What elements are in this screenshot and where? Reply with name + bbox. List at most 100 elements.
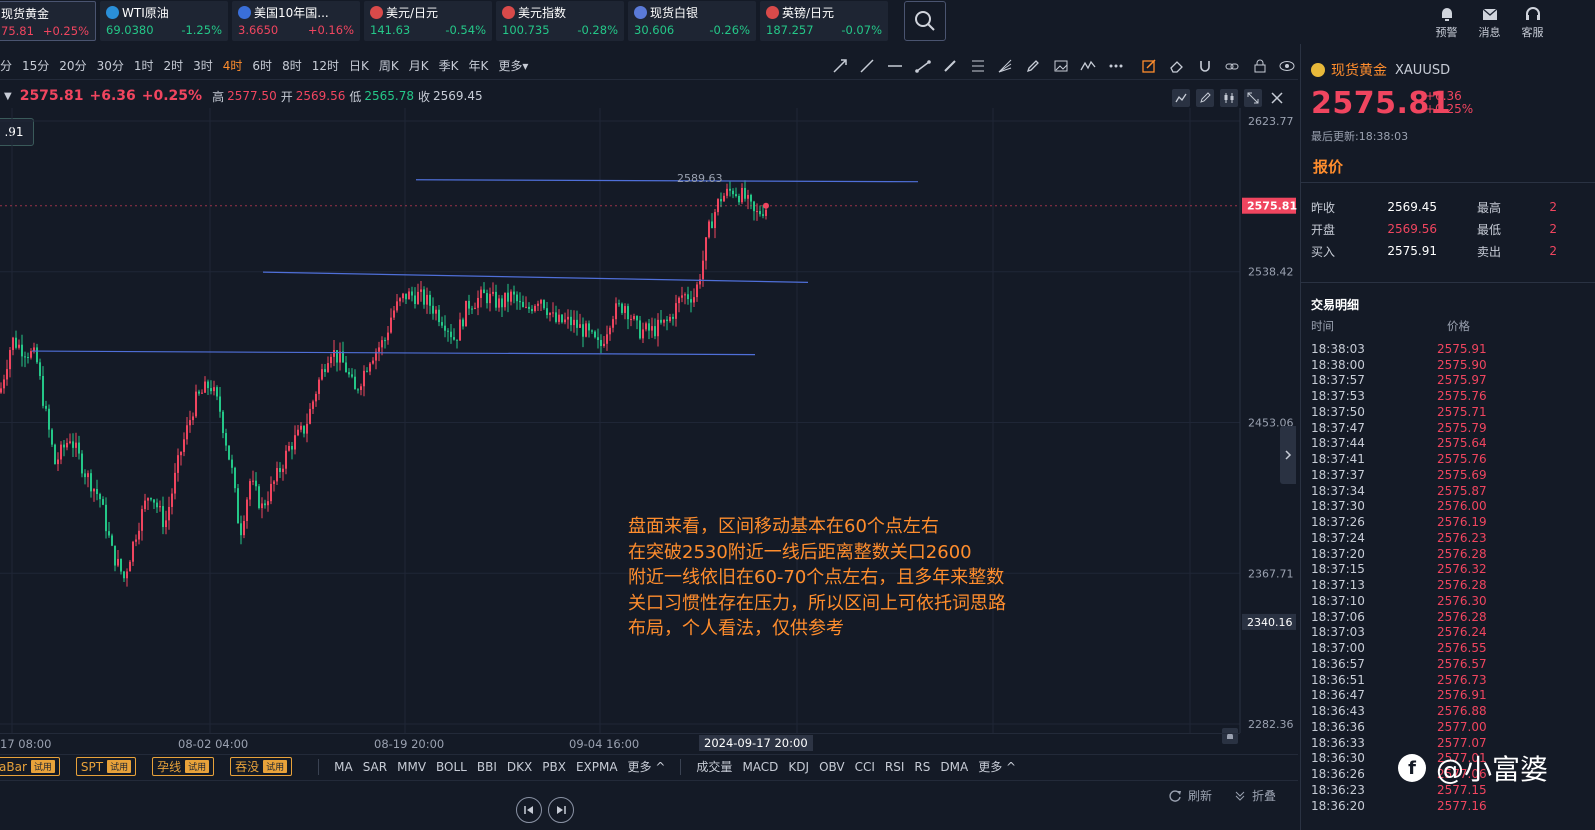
refresh-button[interactable]: 刷新 [1168, 787, 1212, 804]
close-icon[interactable] [1268, 89, 1286, 107]
period-16[interactable]: 更多▾ [493, 57, 533, 74]
period-6[interactable]: 3时 [188, 57, 218, 74]
period-8[interactable]: 6时 [247, 57, 277, 74]
trial-indicator-SPT[interactable]: SPT 试用 [75, 757, 137, 776]
trade-time: 18:37:03 [1311, 625, 1365, 640]
indicator-SAR[interactable]: SAR [358, 760, 392, 774]
headset-button[interactable]: 客服 [1511, 0, 1554, 44]
period-11[interactable]: 日K [344, 57, 374, 74]
instrument-code: XAUUSD [1395, 62, 1451, 78]
candlestick-chart[interactable]: 2589.63 2623.77 2538.42 2453.06 2367.71 2282.… [0, 108, 1298, 823]
ticker-card[interactable]: 美元/日元 141.63 -0.54% [364, 1, 492, 41]
sub-indicator-CCI[interactable]: CCI [850, 760, 880, 774]
ticker-card[interactable]: 英镑/日元 187.257 -0.07% [760, 1, 888, 41]
ticker-card[interactable]: 现货黄金 75.81 +0.25% [0, 1, 96, 41]
fullscreen-icon[interactable] [1244, 89, 1262, 107]
panel-toggle-button[interactable] [1280, 426, 1296, 484]
collapse-button[interactable]: 折叠 [1234, 787, 1276, 804]
candle-body [258, 486, 260, 509]
indicator-MA[interactable]: MA [329, 760, 358, 774]
link-icon[interactable] [1218, 58, 1246, 74]
search-button[interactable] [904, 1, 946, 41]
quote-key: 最高 [1477, 200, 1502, 215]
period-4[interactable]: 1时 [129, 57, 159, 74]
ticker-card[interactable]: WTI原油 69.0380 -1.25% [100, 1, 228, 41]
pen-icon[interactable] [1019, 58, 1047, 74]
sub-indicator-成交量[interactable]: 成交量 [691, 758, 737, 775]
flag-icon [238, 5, 251, 19]
segment-line-icon[interactable] [936, 58, 964, 74]
tab-quote[interactable]: 报价 [1313, 156, 1343, 177]
period-14[interactable]: 季K [434, 57, 464, 74]
gann-fan-icon[interactable] [992, 58, 1020, 74]
sub-indicator-DMA[interactable]: DMA [935, 760, 973, 774]
trade-time: 18:37:00 [1311, 641, 1365, 656]
candle-body [408, 291, 410, 300]
extended-line-icon[interactable] [854, 58, 882, 74]
headset-icon [1525, 7, 1540, 20]
indicator-MMV[interactable]: MMV [392, 760, 431, 774]
edit-note-icon[interactable] [1136, 58, 1164, 74]
period-2[interactable]: 20分 [54, 57, 91, 74]
period-15[interactable]: 年K [463, 57, 493, 74]
chart-type-icon[interactable] [1172, 89, 1190, 107]
sub-indicator-OBV[interactable]: OBV [814, 760, 850, 774]
open-label: 开 [280, 89, 293, 104]
sub-indicator-更多[interactable]: 更多 ^ [973, 758, 1021, 775]
indicator-BOLL[interactable]: BOLL [431, 760, 472, 774]
image-icon[interactable] [1047, 58, 1075, 74]
trade-time: 18:37:41 [1311, 452, 1365, 467]
magnet-icon[interactable] [1191, 58, 1219, 74]
bell-button[interactable]: 预警 [1425, 0, 1468, 44]
indicator-更多[interactable]: 更多 ^ [623, 758, 671, 775]
footer-bar: 刷新 折叠 [0, 780, 1298, 810]
period-12[interactable]: 周K [374, 57, 404, 74]
parallel-lines-icon[interactable] [964, 58, 992, 74]
period-7[interactable]: 4时 [218, 57, 248, 74]
ticker-card[interactable]: 现货白银 30.606 -0.26% [628, 1, 756, 41]
ticker-card[interactable]: 美元指数 100.735 -0.28% [496, 1, 624, 41]
trial-indicator-aBar[interactable]: aBar 试用 [0, 757, 60, 776]
indicator-PBX[interactable]: PBX [537, 760, 571, 774]
candle-body [534, 305, 536, 312]
indicator-BBI[interactable]: BBI [472, 760, 502, 774]
trade-price: 2576.28 [1437, 546, 1487, 561]
period-0[interactable]: 分 [0, 57, 17, 74]
sub-indicator-KDJ[interactable]: KDJ [783, 760, 814, 774]
period-13[interactable]: 月K [404, 57, 434, 74]
sub-indicator-RS[interactable]: RS [909, 760, 935, 774]
sub-indicator-MACD[interactable]: MACD [737, 760, 783, 774]
indicator-DKX[interactable]: DKX [502, 760, 537, 774]
eraser-icon[interactable] [1163, 58, 1191, 74]
wave-icon[interactable] [1074, 58, 1102, 74]
period-5[interactable]: 2时 [159, 57, 189, 74]
lock-icon[interactable] [1246, 58, 1274, 74]
candle-body [432, 305, 434, 314]
sub-indicator-RSI[interactable]: RSI [880, 760, 910, 774]
trendline-resistance[interactable] [415, 179, 919, 183]
ticker-card[interactable]: 美国10年国... 3.6650 +0.16% [232, 1, 360, 41]
eye-icon[interactable] [1274, 58, 1302, 74]
draw-mode-icon[interactable] [1196, 89, 1214, 107]
candle-body [510, 291, 512, 302]
candle-body [78, 442, 80, 454]
trendline-breakout[interactable] [262, 271, 809, 283]
indicator-EXPMA[interactable]: EXPMA [571, 760, 623, 774]
period-9[interactable]: 8时 [277, 57, 307, 74]
horizontal-line-icon[interactable] [881, 58, 909, 74]
trendline-support[interactable] [31, 350, 756, 356]
panel-change: +6.36 +0.25% [1425, 90, 1473, 116]
period-3[interactable]: 30分 [92, 57, 129, 74]
period-1[interactable]: 15分 [17, 57, 54, 74]
period-10[interactable]: 12时 [307, 57, 344, 74]
trend-line-icon[interactable] [909, 58, 937, 74]
trial-indicator-吞没[interactable]: 吞没 试用 [230, 757, 293, 776]
ray-line-icon[interactable] [826, 58, 854, 74]
more-icon[interactable] [1102, 58, 1130, 74]
trial-indicator-孕线[interactable]: 孕线 试用 [152, 757, 215, 776]
mail-button[interactable]: 消息 [1468, 0, 1511, 44]
panel-change-pct: +0.25% [1425, 102, 1474, 116]
candle-settings-icon[interactable] [1220, 89, 1238, 107]
candle-body [522, 301, 524, 308]
candle-body [276, 468, 278, 482]
